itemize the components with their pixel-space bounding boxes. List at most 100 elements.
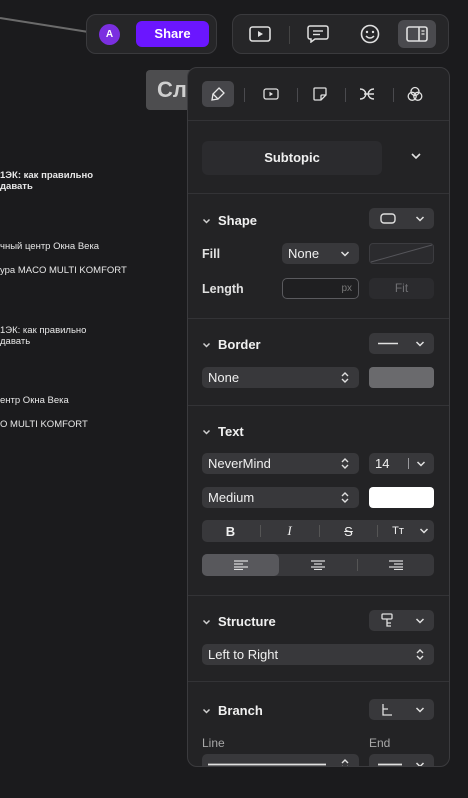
font-size-select[interactable]: 14 <box>369 453 434 474</box>
palette-icon[interactable] <box>399 81 431 107</box>
chevron-down-icon <box>202 341 212 349</box>
node-text[interactable]: ентр Окна Века <box>0 395 69 406</box>
font-weight-select[interactable]: Medium <box>202 487 359 508</box>
length-input[interactable]: px <box>282 278 359 299</box>
style-select[interactable]: Subtopic <box>202 141 382 175</box>
chevron-down-icon <box>415 618 425 624</box>
panel-icon[interactable] <box>398 20 436 48</box>
section-title: Text <box>218 424 244 439</box>
section-structure[interactable]: Structure <box>202 614 276 629</box>
align-right-icon <box>389 560 403 570</box>
fill-label: Fill <box>202 247 221 261</box>
end-label: End <box>369 736 391 750</box>
align-center-button[interactable] <box>279 554 357 576</box>
border-value: None <box>208 370 240 385</box>
fill-select[interactable]: None <box>282 243 359 264</box>
bold-button[interactable]: B <box>202 520 259 542</box>
line-label: Line <box>202 736 225 750</box>
font-size-value: 14 <box>375 456 390 471</box>
chevron-down-icon <box>202 428 212 436</box>
line-preview-icon <box>208 763 326 766</box>
length-label: Length <box>202 282 244 296</box>
chevron-down-icon[interactable] <box>419 527 429 535</box>
updown-icon <box>341 492 349 503</box>
italic-button[interactable]: I <box>261 520 318 542</box>
play-icon[interactable] <box>255 81 287 107</box>
comment-icon[interactable] <box>299 20 337 48</box>
node-text[interactable]: O MULTI KOMFORT <box>0 419 88 430</box>
align-right-button[interactable] <box>358 554 434 576</box>
branch-icon[interactable] <box>351 81 383 107</box>
avatar[interactable]: A <box>99 24 120 45</box>
text-align-bar <box>202 554 434 576</box>
rounded-rect-icon <box>380 213 396 224</box>
section-title: Structure <box>218 614 276 629</box>
section-title: Shape <box>218 213 258 228</box>
chevron-down-icon <box>202 217 212 225</box>
align-left-button[interactable] <box>202 554 279 576</box>
chevron-down-icon <box>415 707 425 713</box>
chevron-down-icon <box>415 216 425 222</box>
section-text[interactable]: Text <box>202 424 244 439</box>
length-unit: px <box>341 283 352 294</box>
share-bar: A Share <box>86 14 217 54</box>
font-weight-value: Medium <box>208 490 255 505</box>
chevron-down-icon <box>202 707 212 715</box>
sticker-icon[interactable] <box>304 81 336 107</box>
border-select[interactable]: None <box>202 367 359 388</box>
align-center-icon <box>311 560 325 570</box>
top-toolbar <box>232 14 449 54</box>
panel-tabs <box>202 81 435 107</box>
structure-select[interactable]: Left to Right <box>202 644 434 665</box>
chevron-down-icon <box>415 762 425 766</box>
updown-icon <box>416 649 424 660</box>
chevron-down-icon <box>340 251 350 257</box>
fit-button[interactable]: Fit <box>369 278 434 299</box>
section-title: Branch <box>218 703 263 718</box>
border-color-swatch[interactable] <box>369 367 434 388</box>
section-border[interactable]: Border <box>202 337 261 352</box>
fill-value: None <box>288 246 320 261</box>
chevron-down-icon <box>416 461 426 467</box>
text-color-swatch[interactable] <box>369 487 434 508</box>
strikethrough-button[interactable]: S <box>320 520 377 542</box>
updown-icon <box>341 458 349 469</box>
structure-icon <box>381 613 393 627</box>
play-icon[interactable] <box>241 20 279 48</box>
end-preview-icon <box>378 763 402 766</box>
node-text[interactable]: 1ЭК: как правильно <box>0 325 86 336</box>
section-branch[interactable]: Branch <box>202 703 263 718</box>
section-title: Border <box>218 337 261 352</box>
branch-line-select[interactable] <box>202 754 359 766</box>
branch-end-select[interactable] <box>369 754 434 766</box>
chevron-down-icon <box>202 618 212 626</box>
shape-picker[interactable] <box>369 208 434 229</box>
font-family-value: NeverMind <box>208 456 271 471</box>
emoji-icon[interactable] <box>351 20 389 48</box>
updown-icon <box>341 759 349 766</box>
node-text[interactable]: ура MACO MULTI KOMFORT <box>0 265 127 276</box>
fill-color-swatch[interactable] <box>369 243 434 264</box>
solid-line-icon <box>378 342 398 345</box>
border-style-picker[interactable] <box>369 333 434 354</box>
branch-style-picker[interactable] <box>369 699 434 720</box>
section-shape[interactable]: Shape <box>202 213 257 228</box>
text-case-button[interactable]: Tт <box>378 520 418 542</box>
branch-line-icon <box>382 704 392 716</box>
updown-icon <box>341 372 349 383</box>
chevron-down-icon <box>415 341 425 347</box>
text-format-bar: B I S Tт <box>202 520 434 542</box>
node-text[interactable]: давать <box>0 336 30 347</box>
brush-icon[interactable] <box>202 81 234 107</box>
chevron-down-icon[interactable] <box>410 151 422 161</box>
node-text[interactable]: чный центр Окна Века <box>0 241 99 252</box>
format-panel: Subtopic Shape Fill None Length px Fit B… <box>187 67 450 767</box>
connector-line <box>0 17 92 34</box>
node-text[interactable]: 1ЭК: как правильно <box>0 170 93 181</box>
align-left-icon <box>233 560 248 570</box>
font-family-select[interactable]: NeverMind <box>202 453 359 474</box>
structure-value: Left to Right <box>208 647 279 662</box>
share-button[interactable]: Share <box>136 21 209 47</box>
structure-picker[interactable] <box>369 610 434 631</box>
node-text[interactable]: давать <box>0 181 33 192</box>
